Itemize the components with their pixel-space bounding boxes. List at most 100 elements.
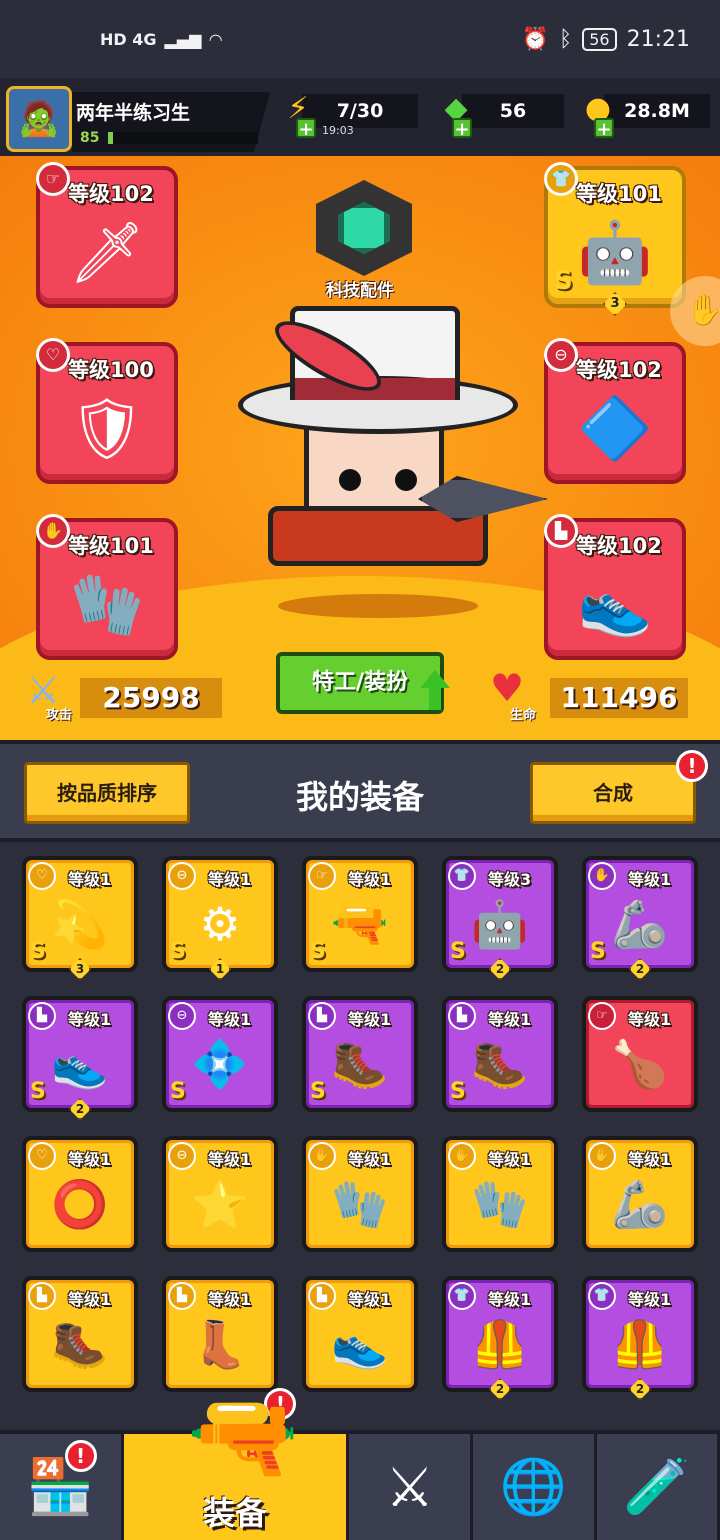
s-rank-mark: S	[170, 939, 186, 964]
energy-value: 7/30	[336, 100, 384, 122]
boots-icon: 🥾	[51, 1316, 109, 1371]
xp-bar	[108, 132, 258, 144]
nav-tab[interactable]: 🌐	[473, 1434, 597, 1540]
s-rank-mark: S	[30, 939, 46, 964]
merge-alert-badge: !	[676, 750, 708, 782]
gem-value: 56	[499, 100, 527, 122]
player-level: 85	[80, 130, 100, 146]
s-rank-mark: S	[450, 939, 466, 964]
system-status-bar: HD 4G ▂▄▆ ◠ ⏰ ᛒ 56 21:21	[0, 0, 720, 78]
equipment-item[interactable]: ⊖ 等级1 ⚙ S 1	[162, 856, 278, 980]
equipment-item[interactable]: ▙ 等级1 👟	[302, 1276, 418, 1392]
equipment-item[interactable]: ☞ 等级1 🍗	[582, 996, 698, 1112]
equipment-item[interactable]: ⊖ 等级1 💠 S	[162, 996, 278, 1112]
equipment-item[interactable]: ✋ 等级1 🧤	[442, 1136, 558, 1252]
equipment-item[interactable]: 👕 等级1 🦺 2	[442, 1276, 558, 1400]
equipment-header: 按品质排序 我的装备 合成 !	[0, 740, 720, 842]
gem-counter: 56	[462, 94, 564, 128]
alarm-icon: ⏰	[521, 26, 550, 52]
equipped-slot[interactable]: ☞ 等级102 🗡	[36, 162, 178, 308]
nav-active-label: 装备	[202, 1494, 267, 1532]
status-right: ⏰ ᛒ 56 21:21	[522, 27, 690, 52]
hero-panel: 科技配件 ☞ 等级102 🗡 ♡ 等级100 🛡 ✋ 等级101 🧤 👕 等级101 🤖 S 3 ⊖ 等级10…	[0, 156, 720, 740]
boots-icon: 👟	[577, 569, 653, 640]
equipment-item[interactable]: ♡ 等级1 ⭕	[22, 1136, 138, 1252]
right-eye	[395, 469, 417, 491]
attack-value: 25998	[80, 678, 222, 718]
resource-bar: 🧟 两年半练习生 85 7/30 ⚡ + 19:03 56 ◆ + 28.8M …	[0, 78, 720, 156]
character-shadow	[278, 594, 478, 618]
hp-label: 生命	[510, 708, 537, 723]
left-eye	[339, 469, 361, 491]
equipment-grid: ♡ 等级1 💫 S 3 ⊖ 等级1 ⚙ S 1 ☞ 等级1 🔫 S 👕 等级3 🤖 S 2 ✋ 等级1 🦾 S 2 ▙ 等级1 👟 S…	[0, 842, 720, 1432]
equipped-slot[interactable]: ⊖ 等级102 🔷	[544, 338, 686, 484]
glove-icon: 🧤	[69, 569, 145, 640]
equipment-item[interactable]: ▙ 等级1 🥾 S	[302, 996, 418, 1112]
kunai-icon: 🗡	[68, 217, 146, 288]
equipment-item[interactable]: ⊖ 等级1 ⭐	[162, 1136, 278, 1252]
tech-accessory-button[interactable]	[316, 180, 412, 276]
equipment-item[interactable]: ☞ 等级1 🔫 S	[302, 856, 418, 972]
s-rank-mark: S	[310, 939, 326, 964]
nav-tab[interactable]: 🧪	[597, 1434, 720, 1540]
s-rank-mark: S	[554, 266, 573, 296]
energy-counter: 7/30	[302, 94, 418, 128]
battle-icon: ⚔	[385, 1455, 434, 1519]
belt-icon: ⭐	[191, 1176, 249, 1231]
drumstick-icon: 🍗	[611, 1036, 669, 1091]
coin-value: 28.8M	[624, 100, 690, 122]
equipment-item[interactable]: ✋ 等级1 🦾	[582, 1136, 698, 1252]
nav-tab[interactable]: 🏪!	[0, 1434, 124, 1540]
s-rank-mark: S	[30, 1079, 46, 1104]
merge-button[interactable]: 合成	[530, 762, 696, 824]
attack-label: 攻击	[46, 708, 73, 723]
equipped-slot[interactable]: ▙ 等级102 👟	[544, 514, 686, 660]
player-avatar[interactable]: 🧟	[6, 86, 72, 152]
equipment-item[interactable]: ♡ 等级1 💫 S 3	[22, 856, 138, 980]
equipment-item[interactable]: ▙ 等级1 🥾 S	[442, 996, 558, 1112]
xp-fill	[108, 132, 113, 144]
glove-icon: 🦾	[611, 1176, 669, 1231]
s-rank-mark: S	[310, 1079, 326, 1104]
lab-icon: 🧪	[623, 1455, 691, 1518]
boots-icon: 👟	[331, 1316, 389, 1371]
bottom-navigation: 🏪! 装备! ⚔ 🌐 🧪	[0, 1388, 720, 1540]
slot-type-icon: ⊖	[544, 338, 578, 372]
slot-type-icon: 👕	[544, 162, 578, 196]
equipment-item[interactable]: ✋ 等级1 🦾 S 2	[582, 856, 698, 980]
claw-glove-icon: 🧤	[331, 1176, 389, 1231]
belt-icon: 🔷	[577, 393, 653, 464]
equipment-item[interactable]: 👕 等级1 🦺 2	[582, 1276, 698, 1400]
s-rank-mark: S	[450, 1079, 466, 1104]
signal-icon: ▂▄▆	[164, 29, 202, 49]
equipment-item[interactable]: 👕 等级3 🤖 S 2	[442, 856, 558, 980]
equipped-slot[interactable]: ♡ 等级100 🛡	[36, 338, 178, 484]
slot-type-icon: ✋	[36, 514, 70, 548]
equipment-item[interactable]: ▙ 等级1 👟 S 2	[22, 996, 138, 1120]
time: 21:21	[626, 26, 690, 52]
slot-type-icon: ☞	[36, 162, 70, 196]
bluetooth-icon: ᛒ	[559, 26, 573, 52]
battery-level: 56	[582, 27, 617, 51]
network-indicators: HD 4G ▂▄▆ ◠	[100, 30, 222, 49]
agent-outfit-button[interactable]: 特工/装扮	[276, 652, 444, 714]
player-name: 两年半练习生	[76, 102, 191, 124]
spiked-collar-icon: ⭕	[51, 1176, 109, 1231]
s-rank-mark: S	[170, 1079, 186, 1104]
equipped-slot[interactable]: ✋ 等级101 🧤	[36, 514, 178, 660]
equipment-item[interactable]: ✋ 等级1 🧤	[302, 1136, 418, 1252]
necklace-icon: 🛡	[68, 393, 146, 464]
equipment-item[interactable]: ▙ 等级1 🥾	[22, 1276, 138, 1392]
tech-label: 科技配件	[326, 281, 394, 301]
equipped-slot[interactable]: 👕 等级101 🤖 S 3	[544, 162, 686, 316]
wifi-icon: ◠	[209, 29, 222, 49]
nav-tab[interactable]: ⚔	[349, 1434, 473, 1540]
equipment-item[interactable]: ▙ 等级1 👢	[162, 1276, 278, 1392]
tech-chip-icon	[338, 202, 390, 254]
add-energy-button[interactable]: +	[296, 118, 316, 140]
add-gem-button[interactable]: +	[452, 118, 472, 140]
armor-icon: 🦺	[611, 1316, 669, 1371]
energy-timer: 19:03	[322, 124, 354, 137]
boots-icon: 👢	[191, 1316, 249, 1371]
add-coin-button[interactable]: +	[594, 118, 614, 140]
